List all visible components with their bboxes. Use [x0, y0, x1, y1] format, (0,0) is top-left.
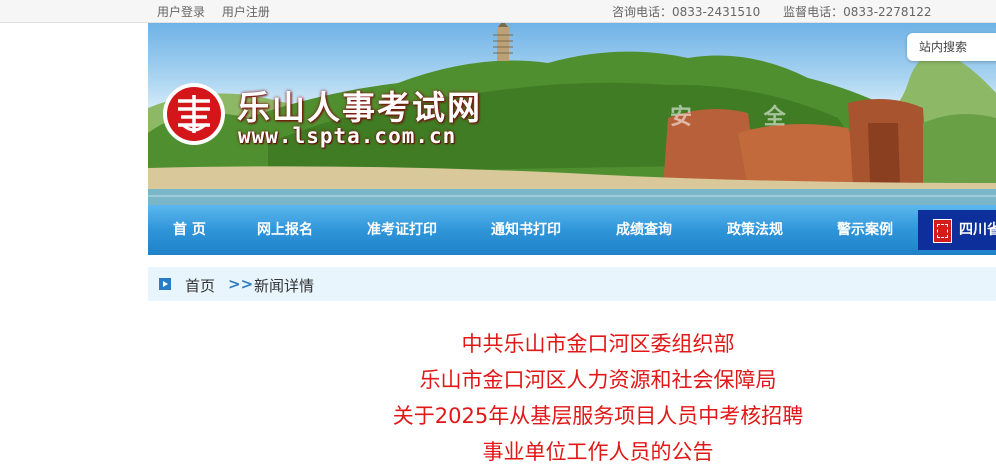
top-utility-bar: 用户登录 用户注册 咨询电话：0833-2431510 监督电话：0833-22…: [0, 0, 996, 23]
site-search: [907, 33, 996, 61]
main-nav: 首 页 网上报名 准考证打印 通知书打印 成绩查询 政策法规 警示案例 四川省: [148, 205, 996, 255]
site-url: www.lspta.com.cn: [238, 124, 457, 148]
nav-score-query[interactable]: 成绩查询: [616, 205, 672, 255]
sichuan-badge-label: 四川省: [959, 222, 996, 238]
breadcrumb-home[interactable]: 首页: [185, 275, 215, 296]
breadcrumb: 首页 >> 新闻详情: [148, 267, 996, 301]
consult-phone: 咨询电话：0833-2431510: [612, 5, 761, 19]
login-link[interactable]: 用户登录: [157, 5, 205, 19]
nav-online-registration[interactable]: 网上报名: [257, 205, 313, 255]
header-banner: 乐山人事考试网 www.lspta.com.cn 安 全: [148, 23, 996, 205]
nav-warning-cases[interactable]: 警示案例: [837, 205, 893, 255]
sichuan-badge-link[interactable]: 四川省: [918, 210, 996, 250]
nav-policies[interactable]: 政策法规: [727, 205, 783, 255]
article-title: 中共乐山市金口河区委组织部 乐山市金口河区人力资源和社会保障局 关于2025年从…: [348, 326, 848, 470]
search-input[interactable]: [917, 33, 996, 61]
article-title-line: 事业单位工作人员的公告: [482, 440, 714, 464]
site-name: 乐山人事考试网: [237, 88, 482, 127]
logo-seal-icon: [163, 83, 225, 145]
contact-phones: 咨询电话：0833-2431510 监督电话：0833-2278122: [612, 3, 950, 20]
article-title-line: 中共乐山市金口河区委组织部: [461, 332, 735, 356]
supervise-phone: 监督电话：0833-2278122: [783, 5, 932, 19]
article-title-line: 乐山市金口河区人力资源和社会保障局: [419, 368, 777, 392]
nav-home[interactable]: 首 页: [173, 205, 206, 255]
banner-watermark: 安 全: [670, 105, 818, 130]
arrow-right-icon: [159, 278, 171, 290]
nav-admission-ticket[interactable]: 准考证打印: [367, 205, 437, 255]
breadcrumb-separator: >>: [228, 275, 254, 293]
article-title-line: 关于2025年从基层服务项目人员中考核招聘: [392, 404, 804, 428]
nav-notice-print[interactable]: 通知书打印: [491, 205, 561, 255]
seal-icon: [933, 219, 952, 243]
breadcrumb-current: 新闻详情: [254, 277, 315, 295]
account-links: 用户登录 用户注册: [157, 3, 283, 20]
register-link[interactable]: 用户注册: [222, 5, 270, 19]
